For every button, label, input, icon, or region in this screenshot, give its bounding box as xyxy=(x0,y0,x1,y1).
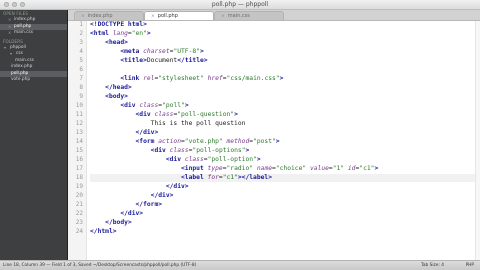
tab-bar: × index.php × poll.php × main.css xyxy=(68,10,480,21)
code-line[interactable]: </div> xyxy=(90,210,143,218)
line-number: 21 xyxy=(75,201,83,208)
code-line[interactable]: <div class="poll-options"> xyxy=(90,147,250,155)
file-label: vote.php xyxy=(11,77,31,82)
tab-poll[interactable]: × poll.php xyxy=(144,11,214,20)
line-number: 1 xyxy=(79,21,83,28)
line-number: 24 xyxy=(75,228,83,235)
tab-main-css[interactable]: × main.css xyxy=(214,11,284,20)
code-line[interactable]: <div class="poll"> xyxy=(90,102,188,110)
code-line[interactable]: </div> xyxy=(90,192,174,200)
status-bar: Line 18, Column 39 — Field 1 of 3, Saved… xyxy=(0,260,480,270)
status-cursor-position: Line 18, Column 39 — Field 1 of 3, Saved… xyxy=(3,263,197,268)
code-line[interactable]: <div class="poll-question"> xyxy=(90,111,238,119)
line-number: 8 xyxy=(79,84,83,91)
code-line[interactable]: <label for="c1"></label> xyxy=(90,174,272,182)
line-number: 4 xyxy=(79,48,83,55)
close-tab-icon[interactable]: × xyxy=(81,12,85,21)
close-tab-icon[interactable]: × xyxy=(221,12,225,21)
code-line[interactable]: </div> xyxy=(90,129,159,137)
close-file-icon[interactable]: × xyxy=(8,30,12,37)
code-line[interactable]: <head> xyxy=(90,39,128,47)
code-line[interactable]: <input type="radio" name="choice" value=… xyxy=(90,165,378,173)
folder-disclosure-icon[interactable]: ▾ xyxy=(4,45,8,52)
code-line[interactable]: <form action="vote.php" method="post"> xyxy=(90,138,280,146)
tab-label: main.css xyxy=(227,12,250,19)
line-number: 7 xyxy=(79,75,83,82)
code-line[interactable]: <title>Document</title> xyxy=(90,57,207,65)
line-number: 13 xyxy=(75,129,83,136)
code-line[interactable]: This is the poll question xyxy=(90,120,246,128)
line-number: 15 xyxy=(75,147,83,154)
open-file-main-css[interactable]: × main.css xyxy=(0,30,67,37)
code-line[interactable]: <!DOCTYPE html> xyxy=(90,21,147,29)
vertical-scrollbar[interactable] xyxy=(475,21,480,260)
line-number: 20 xyxy=(75,192,83,199)
code-area[interactable]: <!DOCTYPE html> <html lang="en"> <head> <… xyxy=(90,21,480,260)
line-number: 3 xyxy=(79,39,83,46)
code-line[interactable]: <link rel="stylesheet" href="css/main.cs… xyxy=(90,75,283,83)
code-line[interactable]: </head> xyxy=(90,84,132,92)
line-number: 9 xyxy=(79,93,83,100)
code-editor[interactable]: 1 2 3 4 5 6 7 8 9 10 11 12 13 14 15 16 1… xyxy=(68,21,480,260)
tab-label: poll.php xyxy=(157,12,178,19)
line-number: 6 xyxy=(79,66,83,73)
line-number: 22 xyxy=(75,210,83,217)
tab-label: index.php xyxy=(87,12,113,19)
code-line[interactable]: </div> xyxy=(90,183,189,191)
syntax-selector[interactable]: PHP xyxy=(466,261,474,270)
line-number: 10 xyxy=(75,102,83,109)
code-line[interactable]: </body> xyxy=(90,219,132,227)
line-number: 16 xyxy=(75,156,83,163)
code-line[interactable]: </form> xyxy=(90,201,163,209)
line-number: 14 xyxy=(75,138,83,145)
tab-size-selector[interactable]: Tab Size: 4 xyxy=(421,261,444,270)
line-number: 5 xyxy=(79,57,83,64)
code-line[interactable]: </html> xyxy=(90,228,117,236)
tab-index[interactable]: × index.php xyxy=(74,11,144,20)
line-number: 23 xyxy=(75,219,83,226)
code-line[interactable]: <body> xyxy=(90,93,128,101)
folder-disclosure-icon[interactable]: ▾ xyxy=(10,51,14,58)
line-number-gutter: 1 2 3 4 5 6 7 8 9 10 11 12 13 14 15 16 1… xyxy=(68,21,87,260)
sidebar: OPEN FILES × index.php × poll.php × main… xyxy=(0,10,68,260)
code-line[interactable]: <div class="poll-option"> xyxy=(90,156,261,164)
line-number: 18 xyxy=(75,174,83,181)
window-title-bar: poll.php — phppoll xyxy=(0,0,480,10)
close-tab-icon[interactable]: × xyxy=(151,12,155,21)
line-number: 19 xyxy=(75,183,83,190)
code-line[interactable]: <html lang="en"> xyxy=(90,30,151,38)
file-vote[interactable]: vote.php xyxy=(0,77,67,84)
code-line[interactable]: <meta charset="UTF-8"> xyxy=(90,48,203,56)
window-title: poll.php — phppoll xyxy=(211,1,269,8)
open-file-label: main.css xyxy=(14,30,33,35)
line-number: 2 xyxy=(79,30,83,37)
line-number: 11 xyxy=(75,111,83,118)
line-number: 12 xyxy=(75,120,83,127)
line-number: 17 xyxy=(75,165,83,172)
